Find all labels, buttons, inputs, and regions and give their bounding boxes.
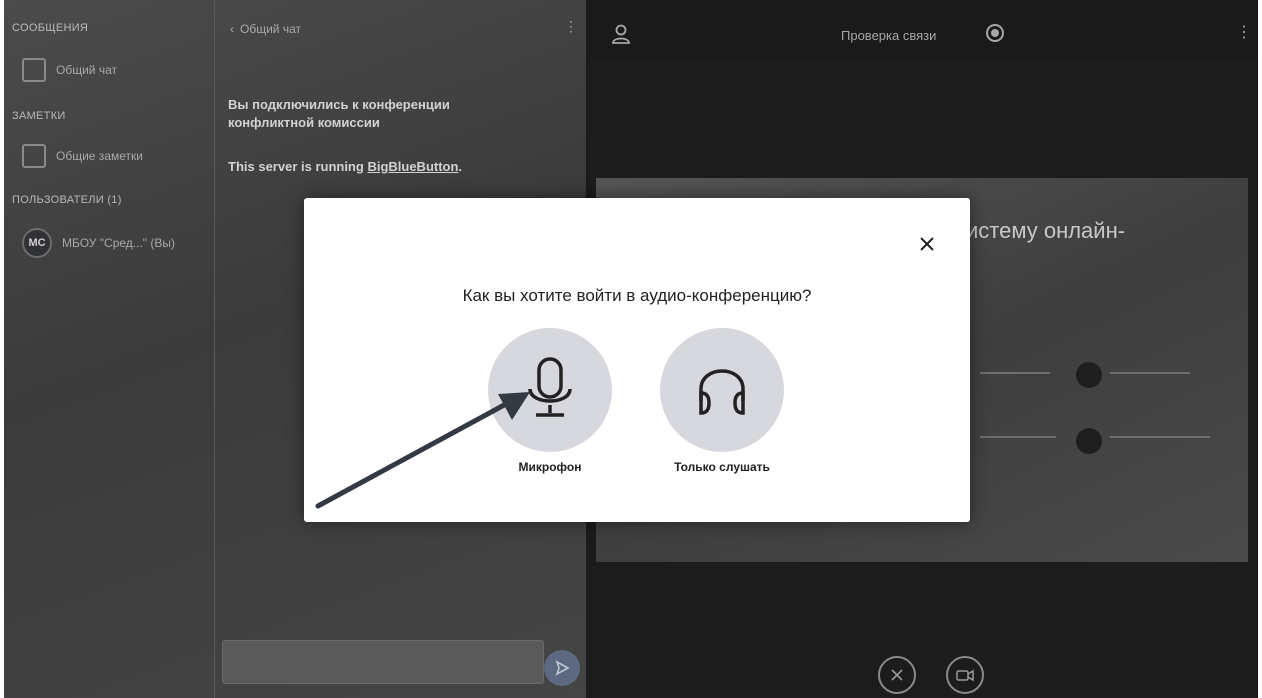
slide-text-line [1110,372,1190,374]
chat-back-button[interactable]: ‹ Общий чат [230,22,301,36]
app-window: СООБЩЕНИЯ Общий чат ЗАМЕТКИ Общие заметк… [4,0,1258,698]
close-icon [920,237,934,251]
chat-options-icon[interactable]: ⋮ [564,18,578,35]
sidebar-item-label: Общие заметки [56,149,143,163]
microphone-option-button[interactable] [488,328,612,452]
chat-message-input[interactable] [222,640,544,684]
headphones-icon [699,369,745,415]
slide-title: истему онлайн- [966,218,1126,243]
sidebar-item-public-chat[interactable]: Общий чат [22,58,117,82]
microphone-icon [528,357,572,417]
send-button[interactable] [544,650,580,686]
video-off-icon [956,669,974,682]
chat-server-message: This server is running BigBlueButton. [228,158,528,176]
sidebar-item-shared-notes[interactable]: Общие заметки [22,144,143,168]
slide-text-line [980,436,1056,438]
users-section-header: ПОЛЬЗОВАТЕЛИ (1) [12,194,122,206]
modal-title: Как вы хотите войти в аудио-конференцию? [462,286,812,305]
listen-only-option-button[interactable] [660,328,784,452]
server-link[interactable]: BigBlueButton [367,159,458,174]
audio-join-modal: Как вы хотите войти в аудио-конференцию?… [304,198,970,522]
messages-section-header: СООБЩЕНИЯ [12,22,89,34]
users-sidebar: СООБЩЕНИЯ Общий чат ЗАМЕТКИ Общие заметк… [4,0,215,698]
server-text: This server is running [228,159,368,174]
avatar: МС [22,228,52,258]
microphone-option-label: Микрофон [518,460,582,474]
chat-icon [22,58,46,82]
sidebar-item-label: Общий чат [56,63,117,77]
video-button[interactable] [946,656,984,694]
slide-text-line [980,372,1050,374]
chat-welcome-message: Вы подключились к конференции конфликтно… [228,97,450,130]
server-dot: . [458,159,463,174]
close-button[interactable] [914,231,940,257]
slide-bullet-icon [1076,428,1102,454]
notes-section-header: ЗАМЕТКИ [12,110,66,122]
user-name: МБОУ "Сред..." (Вы) [62,236,175,250]
meeting-title: Проверка связи [841,28,937,43]
phone-off-icon [891,669,903,681]
user-icon[interactable] [612,24,630,44]
send-icon [555,660,570,676]
mute-button[interactable] [878,656,916,694]
options-icon[interactable]: ⋮ [1236,22,1252,42]
chat-title: Общий чат [240,22,301,36]
user-list-item[interactable]: МС МБОУ "Сред..." (Вы) [22,228,175,258]
slide-text-line [1110,436,1210,438]
top-bar: Проверка связи ⋮ [586,0,1258,60]
notes-icon [22,144,46,168]
listen-only-option-label: Только слушать [674,460,770,474]
chevron-left-icon: ‹ [230,22,234,36]
slide-bullet-icon [1076,362,1102,388]
record-icon[interactable] [986,24,1004,42]
